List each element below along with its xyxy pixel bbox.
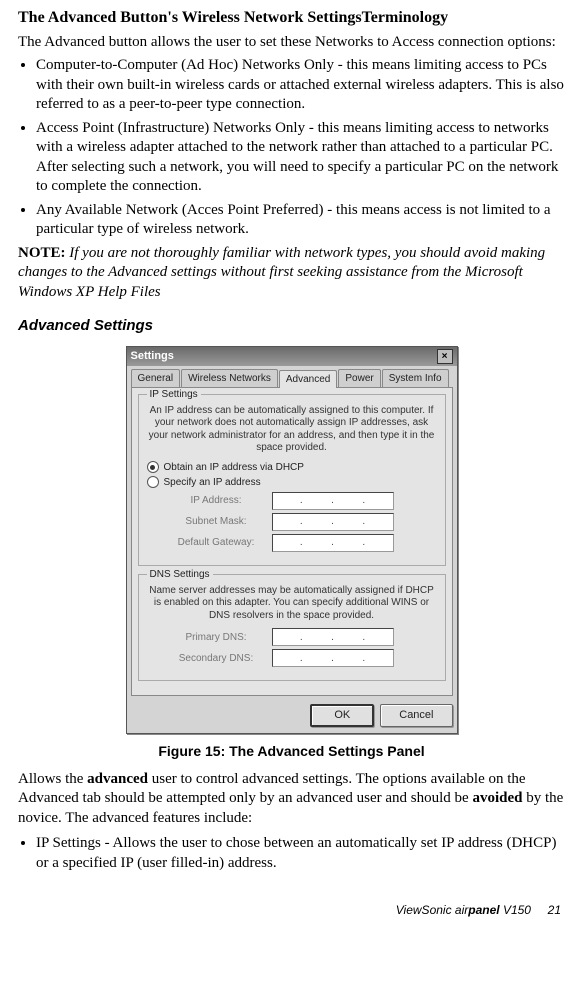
default-gateway-label: Default Gateway:: [169, 536, 264, 549]
note-paragraph: NOTE: If you are not thoroughly familiar…: [18, 244, 565, 303]
after-figure-paragraph: Allows the advanced user to control adva…: [18, 770, 565, 829]
dialog-titlebar: Settings ×: [127, 347, 457, 366]
secondary-dns-input[interactable]: ...: [272, 649, 394, 667]
radio-dhcp-label: Obtain an IP address via DHCP: [164, 461, 304, 474]
footer-page-number: 21: [548, 903, 561, 917]
close-icon[interactable]: ×: [437, 349, 453, 364]
ip-group-desc: An IP address can be automatically assig…: [147, 405, 437, 455]
options-list: Computer-to-Computer (Ad Hoc) Networks O…: [18, 56, 565, 240]
document-page: The Advanced Button's Wireless Network S…: [0, 0, 583, 929]
subnet-mask-label: Subnet Mask:: [169, 515, 264, 528]
subnet-mask-input[interactable]: ...: [272, 513, 394, 531]
page-heading: The Advanced Button's Wireless Network S…: [18, 8, 565, 29]
figure-caption: Figure 15: The Advanced Settings Panel: [18, 742, 565, 760]
text-span: Allows the: [18, 771, 87, 787]
note-label: NOTE:: [18, 245, 66, 261]
bold-span: advanced: [87, 771, 148, 787]
tab-power[interactable]: Power: [338, 369, 380, 387]
tab-wireless-networks[interactable]: Wireless Networks: [181, 369, 278, 387]
radio-icon: [147, 461, 159, 473]
radio-specify[interactable]: Specify an IP address: [147, 476, 437, 489]
ok-button[interactable]: OK: [310, 704, 374, 726]
footer-panel: panel: [468, 903, 499, 917]
tab-body: IP Settings An IP address can be automat…: [131, 387, 453, 697]
tab-strip: General Wireless Networks Advanced Power…: [127, 366, 457, 387]
list-item: Any Available Network (Acces Point Prefe…: [36, 201, 565, 240]
page-footer: ViewSonic airpanel V150 21: [18, 903, 565, 919]
intro-paragraph: The Advanced button allows the user to s…: [18, 33, 565, 53]
figure-screenshot: Settings × General Wireless Networks Adv…: [18, 346, 565, 734]
dns-group-desc: Name server addresses may be automatical…: [147, 585, 437, 623]
radio-icon: [147, 476, 159, 488]
bold-span: avoided: [472, 790, 522, 806]
ip-address-input[interactable]: ...: [272, 492, 394, 510]
list-item: Access Point (Infrastructure) Networks O…: [36, 119, 565, 197]
ip-settings-group: IP Settings An IP address can be automat…: [138, 394, 446, 566]
dialog-button-row: OK Cancel: [127, 696, 457, 732]
ip-group-title: IP Settings: [147, 388, 201, 401]
list-item: Computer-to-Computer (Ad Hoc) Networks O…: [36, 56, 565, 115]
default-gateway-input[interactable]: ...: [272, 534, 394, 552]
settings-dialog: Settings × General Wireless Networks Adv…: [126, 346, 458, 734]
dns-settings-group: DNS Settings Name server addresses may b…: [138, 574, 446, 682]
footer-brand: ViewSonic: [396, 903, 455, 917]
primary-dns-input[interactable]: ...: [272, 628, 394, 646]
tab-system-info[interactable]: System Info: [382, 369, 449, 387]
ip-address-label: IP Address:: [169, 494, 264, 507]
radio-specify-label: Specify an IP address: [164, 476, 261, 489]
list-item: IP Settings - Allows the user to chose b…: [36, 834, 565, 873]
cancel-button[interactable]: Cancel: [380, 704, 452, 726]
footer-model: V150: [500, 903, 531, 917]
dns-group-title: DNS Settings: [147, 568, 213, 581]
footer-air: air: [455, 903, 468, 917]
tab-advanced[interactable]: Advanced: [279, 370, 337, 388]
note-text: If you are not thoroughly familiar with …: [18, 245, 545, 300]
secondary-dns-label: Secondary DNS:: [169, 652, 264, 665]
section-title: Advanced Settings: [18, 316, 565, 336]
primary-dns-label: Primary DNS:: [169, 631, 264, 644]
features-list: IP Settings - Allows the user to chose b…: [18, 834, 565, 873]
dialog-title: Settings: [131, 349, 174, 363]
radio-dhcp[interactable]: Obtain an IP address via DHCP: [147, 461, 437, 474]
tab-general[interactable]: General: [131, 369, 181, 387]
